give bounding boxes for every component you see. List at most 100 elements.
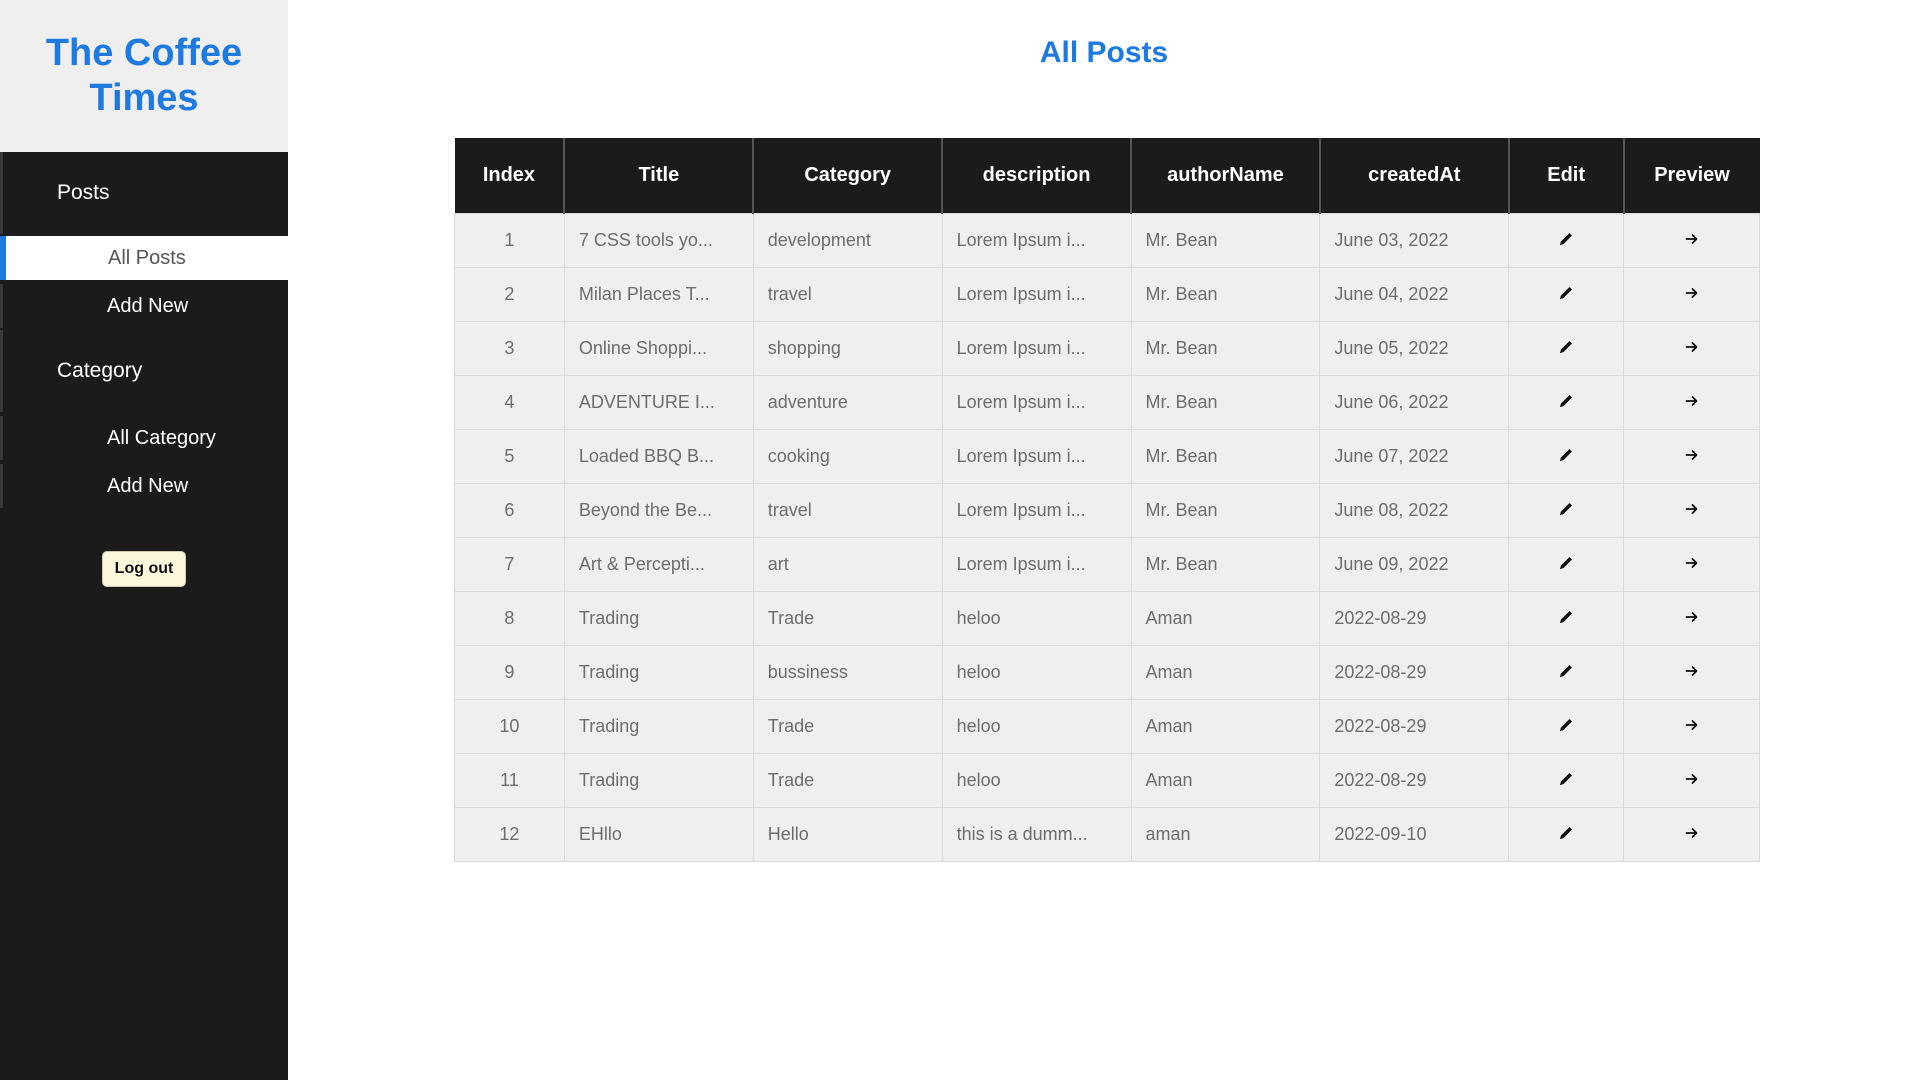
cell-index: 11	[454, 752, 565, 808]
pencil-icon[interactable]	[1555, 390, 1577, 412]
cell-author: Aman	[1130, 698, 1321, 754]
cell-edit	[1508, 752, 1625, 808]
column-header-edit: Edit	[1508, 138, 1625, 213]
sidebar: The Coffee Times Posts All Posts Add New…	[0, 0, 288, 1080]
cell-description: Lorem Ipsum i...	[941, 212, 1132, 268]
sidebar-item-add-new-post[interactable]: Add New	[0, 284, 288, 328]
arrow-right-icon[interactable]	[1681, 822, 1703, 844]
cell-description: Lorem Ipsum i...	[941, 428, 1132, 484]
cell-index: 3	[454, 320, 565, 376]
arrow-right-icon[interactable]	[1681, 336, 1703, 358]
pencil-icon[interactable]	[1555, 444, 1577, 466]
cell-author: Mr. Bean	[1130, 428, 1321, 484]
pencil-icon[interactable]	[1555, 228, 1577, 250]
cell-description: Lorem Ipsum i...	[941, 320, 1132, 376]
pencil-icon[interactable]	[1555, 282, 1577, 304]
cell-title: EHllo	[563, 806, 754, 862]
cell-category: cooking	[752, 428, 943, 484]
cell-preview	[1623, 536, 1760, 592]
arrow-right-icon[interactable]	[1681, 444, 1703, 466]
arrow-right-icon[interactable]	[1681, 390, 1703, 412]
cell-category: Hello	[752, 806, 943, 862]
cell-preview	[1623, 428, 1760, 484]
cell-edit	[1508, 482, 1625, 538]
cell-preview	[1623, 698, 1760, 754]
cell-edit	[1508, 320, 1625, 376]
table-header: Index Title Category description authorN…	[454, 138, 1760, 213]
pencil-icon[interactable]	[1555, 336, 1577, 358]
cell-created: June 05, 2022	[1319, 320, 1510, 376]
cell-preview	[1623, 644, 1760, 700]
cell-category: development	[752, 212, 943, 268]
pencil-icon[interactable]	[1555, 714, 1577, 736]
arrow-right-icon[interactable]	[1681, 228, 1703, 250]
table-body: 17 CSS tools yo... development Lorem Ipsum…	[454, 212, 1760, 862]
cell-title: Online Shoppi...	[563, 320, 754, 376]
pencil-icon[interactable]	[1555, 768, 1577, 790]
cell-title: Milan Places T...	[563, 266, 754, 322]
arrow-right-icon[interactable]	[1681, 552, 1703, 574]
arrow-right-icon[interactable]	[1681, 768, 1703, 790]
cell-index: 6	[454, 482, 565, 538]
column-header-category: Category	[753, 138, 944, 213]
arrow-right-icon[interactable]	[1681, 660, 1703, 682]
pencil-icon[interactable]	[1555, 822, 1577, 844]
app-root: The Coffee Times Posts All Posts Add New…	[0, 0, 1920, 1080]
brand-header: The Coffee Times	[0, 0, 288, 152]
cell-title: 7 CSS tools yo...	[563, 212, 754, 268]
arrow-right-icon[interactable]	[1681, 606, 1703, 628]
table-row: 8 Trading Trade heloo Aman 2022-08-29	[454, 590, 1760, 646]
cell-preview	[1623, 806, 1760, 862]
cell-preview	[1623, 590, 1760, 646]
pencil-icon[interactable]	[1555, 660, 1577, 682]
column-header-author: authorName	[1131, 138, 1321, 213]
cell-created: 2022-08-29	[1319, 590, 1510, 646]
sidebar-item-all-category[interactable]: All Category	[0, 416, 288, 460]
cell-category: Trade	[752, 590, 943, 646]
cell-category: Trade	[752, 752, 943, 808]
column-header-preview: Preview	[1623, 138, 1760, 213]
cell-description: heloo	[941, 644, 1132, 700]
cell-created: June 04, 2022	[1319, 266, 1510, 322]
cell-created: 2022-08-29	[1319, 698, 1510, 754]
cell-title: Trading	[563, 644, 754, 700]
arrow-right-icon[interactable]	[1681, 282, 1703, 304]
cell-edit	[1508, 266, 1625, 322]
cell-created: 2022-09-10	[1319, 806, 1510, 862]
pencil-icon[interactable]	[1555, 552, 1577, 574]
page-title: All Posts	[1039, 36, 1169, 69]
logout-button[interactable]: Log out	[102, 551, 186, 587]
table-row: 10 Trading Trade heloo Aman 2022-08-29	[454, 698, 1760, 754]
cell-description: heloo	[941, 698, 1132, 754]
cell-edit	[1508, 698, 1625, 754]
cell-author: Aman	[1130, 644, 1321, 700]
cell-author: Aman	[1130, 590, 1321, 646]
cell-preview	[1623, 482, 1760, 538]
cell-description: heloo	[941, 752, 1132, 808]
cell-description: heloo	[941, 590, 1132, 646]
cell-title: Trading	[563, 752, 754, 808]
cell-author: Mr. Bean	[1130, 374, 1321, 430]
table-row: 11 Trading Trade heloo Aman 2022-08-29	[454, 752, 1760, 808]
cell-index: 9	[454, 644, 565, 700]
arrow-right-icon[interactable]	[1681, 498, 1703, 520]
cell-category: shopping	[752, 320, 943, 376]
header-row: Index Title Category description authorN…	[454, 138, 1760, 213]
pencil-icon[interactable]	[1555, 498, 1577, 520]
pencil-icon[interactable]	[1555, 606, 1577, 628]
cell-created: June 09, 2022	[1319, 536, 1510, 592]
sidebar-item-add-new-category[interactable]: Add New	[0, 464, 288, 508]
brand-title[interactable]: The Coffee Times	[19, 31, 269, 121]
sidebar-item-all-posts[interactable]: All Posts	[0, 236, 288, 280]
arrow-right-icon[interactable]	[1681, 714, 1703, 736]
column-header-description: description	[942, 138, 1133, 213]
sidebar-section-posts[interactable]: Posts	[0, 152, 288, 234]
table-row: 3 Online Shoppi... shopping Lorem Ipsum i..…	[454, 320, 1760, 376]
table-row: 17 CSS tools yo... development Lorem Ipsum…	[454, 212, 1760, 268]
table-row: 7 Art & Percepti... art Lorem Ipsum i... Mr.…	[454, 536, 1760, 592]
sidebar-section-category[interactable]: Category	[0, 330, 288, 412]
table-row: 9 Trading bussiness heloo Aman 2022-08-29	[454, 644, 1760, 700]
cell-author: aman	[1130, 806, 1321, 862]
cell-edit	[1508, 806, 1625, 862]
cell-edit	[1508, 212, 1625, 268]
